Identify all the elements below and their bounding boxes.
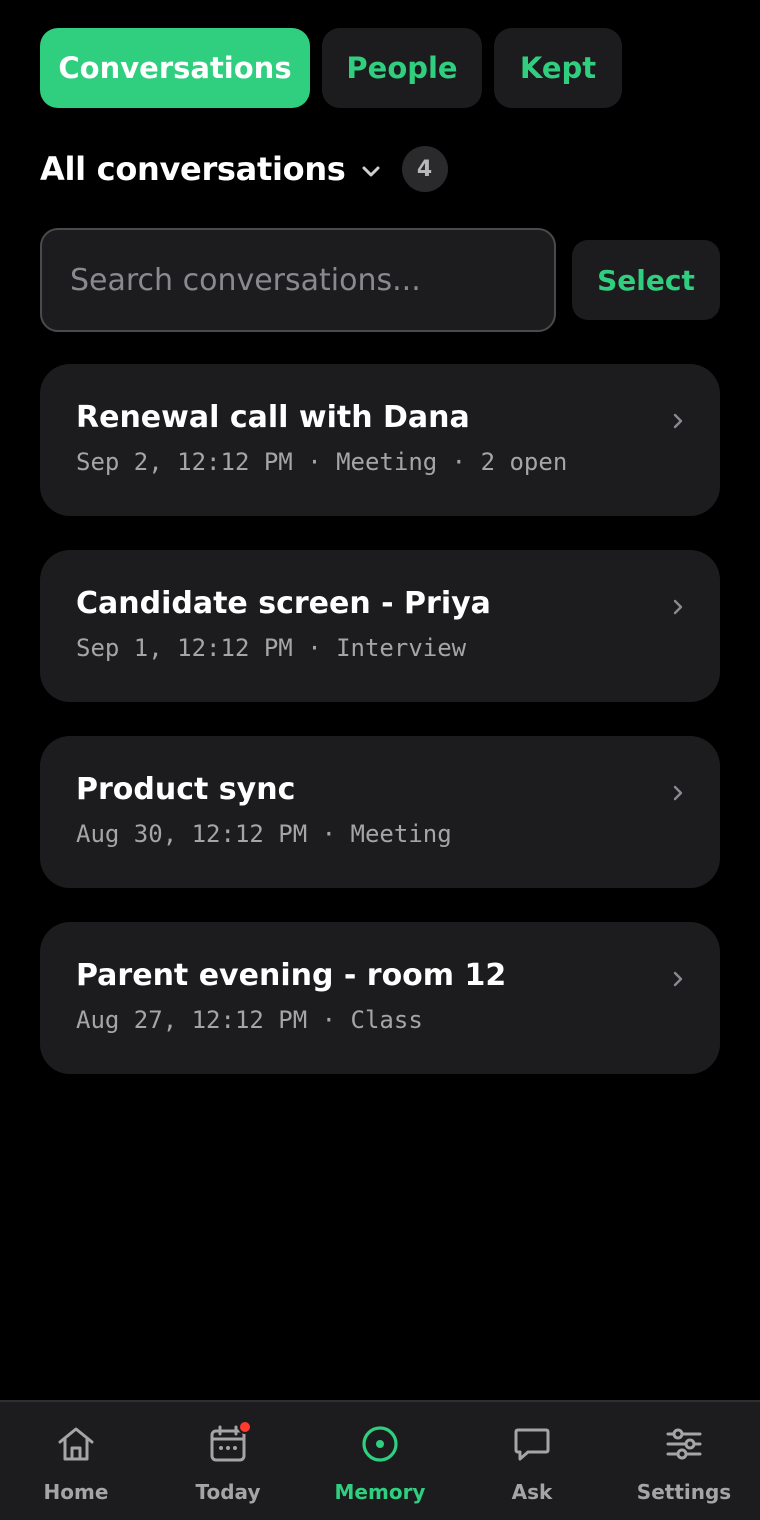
conversation-meta: Sep 2, 12:12 PM · Meeting · 2 open bbox=[76, 448, 568, 476]
chat-bubble-icon bbox=[514, 1428, 550, 1461]
memory-screen: Conversations People Kept All conversati… bbox=[0, 0, 760, 1520]
conversation-title: Candidate screen - Priya bbox=[76, 586, 491, 621]
conversation-item[interactable]: Renewal call with Dana Sep 2, 12:12 PM ·… bbox=[40, 364, 720, 516]
chevron-down-icon bbox=[362, 163, 380, 181]
conversation-item[interactable]: Product sync Aug 30, 12:12 PM · Meeting bbox=[40, 736, 720, 888]
home-icon bbox=[58, 1427, 94, 1461]
tab-conversations[interactable]: Conversations bbox=[40, 28, 310, 108]
conversation-title: Product sync bbox=[76, 772, 296, 807]
select-button[interactable]: Select bbox=[572, 240, 720, 320]
tab-bar: Conversations People Kept bbox=[40, 28, 622, 108]
sliders-icon bbox=[666, 1428, 702, 1460]
conversation-meta: Aug 27, 12:12 PM · Class bbox=[76, 1006, 423, 1034]
bottom-nav: Home Today Memory Ask Settings bbox=[0, 1400, 760, 1520]
notification-dot bbox=[238, 1420, 252, 1434]
nav-settings[interactable]: Settings bbox=[608, 1402, 760, 1520]
conversation-meta: Aug 30, 12:12 PM · Meeting bbox=[76, 820, 452, 848]
nav-label: Settings bbox=[636, 1480, 732, 1504]
filter-title: All conversations bbox=[40, 150, 346, 188]
nav-label: Ask bbox=[511, 1480, 553, 1504]
nav-label: Memory bbox=[334, 1480, 426, 1504]
conversation-item[interactable]: Candidate screen - Priya Sep 1, 12:12 PM… bbox=[40, 550, 720, 702]
nav-label: Today bbox=[195, 1480, 261, 1504]
count-badge: 4 bbox=[401, 146, 448, 192]
chevron-right-icon bbox=[673, 599, 683, 615]
nav-home[interactable]: Home bbox=[0, 1402, 152, 1520]
chevron-right-icon bbox=[673, 971, 683, 987]
memory-icon bbox=[362, 1426, 398, 1462]
conversation-title: Renewal call with Dana bbox=[76, 400, 470, 435]
calendar-icon bbox=[206, 1420, 252, 1466]
conversation-title: Parent evening - room 12 bbox=[76, 958, 507, 993]
conversation-item[interactable]: Parent evening - room 12 Aug 27, 12:12 P… bbox=[40, 922, 720, 1074]
nav-label: Home bbox=[43, 1480, 109, 1504]
tab-people[interactable]: People bbox=[322, 28, 482, 108]
nav-today[interactable]: Today bbox=[152, 1402, 304, 1520]
search-box bbox=[40, 228, 556, 332]
chevron-right-icon bbox=[673, 785, 683, 801]
nav-ask[interactable]: Ask bbox=[456, 1402, 608, 1520]
tab-kept[interactable]: Kept bbox=[494, 28, 622, 108]
chevron-right-icon bbox=[673, 413, 683, 429]
conversation-list: Renewal call with Dana Sep 2, 12:12 PM ·… bbox=[40, 364, 720, 1108]
conversation-filter-dropdown[interactable]: All conversations 4 bbox=[40, 140, 448, 198]
search-input[interactable] bbox=[70, 262, 554, 298]
conversation-meta: Sep 1, 12:12 PM · Interview bbox=[76, 634, 467, 662]
nav-memory[interactable]: Memory bbox=[304, 1402, 456, 1520]
